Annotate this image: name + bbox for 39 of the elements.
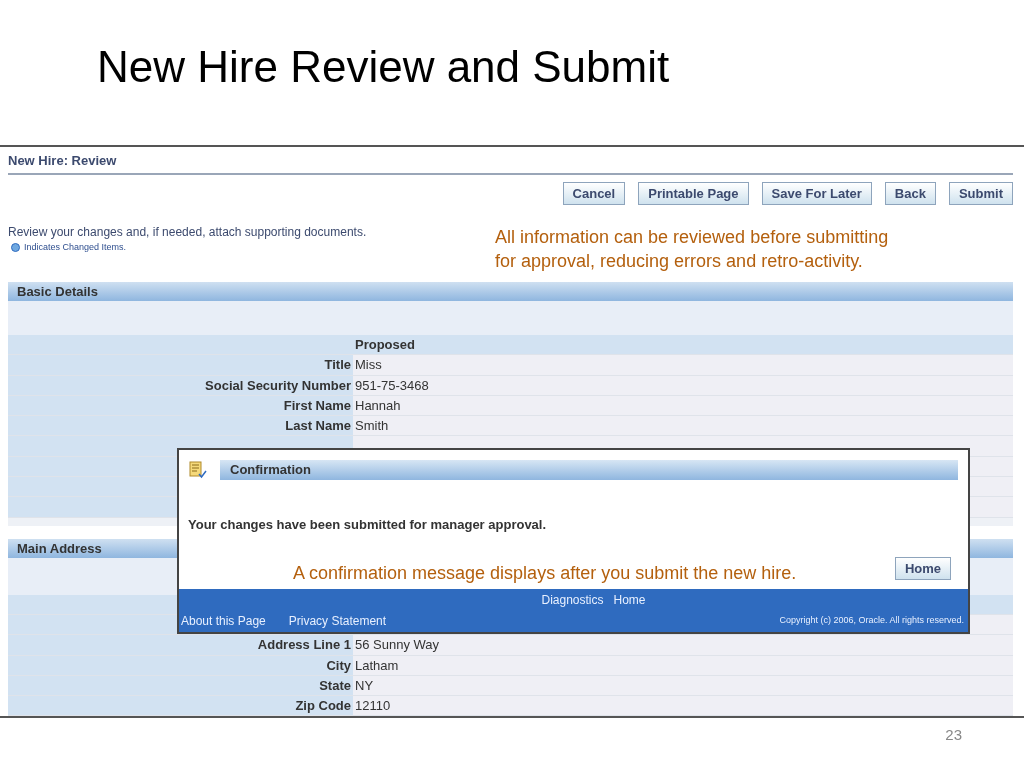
field-label: Title xyxy=(8,355,353,375)
legend-text: Indicates Changed Items. xyxy=(24,241,127,254)
field-label: Address Line 1 xyxy=(8,635,353,655)
action-button[interactable]: Submit xyxy=(948,182,1013,205)
action-button[interactable]: Printable Page xyxy=(638,182,749,205)
document-check-icon xyxy=(189,461,207,479)
field-label: First Name xyxy=(8,395,353,416)
home-button[interactable]: Home xyxy=(894,557,951,580)
slide-number: 23 xyxy=(945,725,962,745)
dialog-title: Confirmation xyxy=(220,460,958,480)
field-label: Zip Code xyxy=(8,696,353,716)
field-value: Miss xyxy=(353,355,1013,375)
instruction-text: Review your changes and, if needed, attach supporting documents. xyxy=(8,225,368,240)
field-label: City xyxy=(8,655,353,675)
field-value: NY xyxy=(353,675,1013,696)
page-title: New Hire: Review xyxy=(8,153,117,168)
callout-text: All information can be reviewed before submitting for approval, reducing errors and retro-activity. xyxy=(495,226,889,273)
callout-text: A confirmation message displays after you submit the new hire. xyxy=(293,562,798,585)
copyright-text: Copyright (c) 2006, Oracle. All rights reserved. xyxy=(779,613,965,627)
footer-link[interactable]: Home xyxy=(613,590,646,609)
field-value: Hannah xyxy=(353,395,1013,416)
column-header: Proposed xyxy=(353,335,1013,355)
field-label: Last Name xyxy=(8,416,353,436)
field-value: Smith xyxy=(353,416,1013,436)
section-header: Basic Details xyxy=(8,282,1013,301)
field-label: Social Security Number xyxy=(8,375,353,395)
slide-title: New Hire Review and Submit xyxy=(97,41,670,93)
field-value: 56 Sunny Way xyxy=(353,635,1013,655)
action-button[interactable]: Cancel xyxy=(562,182,626,205)
field-label: State xyxy=(8,675,353,696)
field-value: Latham xyxy=(353,655,1013,675)
footer-link[interactable]: Privacy Statement xyxy=(288,611,387,630)
confirmation-message: Your changes have been submitted for manager approval. xyxy=(187,516,548,534)
action-button[interactable]: Back xyxy=(884,182,936,205)
action-button[interactable]: Save For Later xyxy=(761,182,872,205)
footer-link[interactable]: About this Page xyxy=(181,611,266,630)
field-value: 12110 xyxy=(353,696,1013,716)
footer-link[interactable]: Diagnostics xyxy=(541,590,604,609)
field-value: 951-75-3468 xyxy=(353,375,1013,395)
